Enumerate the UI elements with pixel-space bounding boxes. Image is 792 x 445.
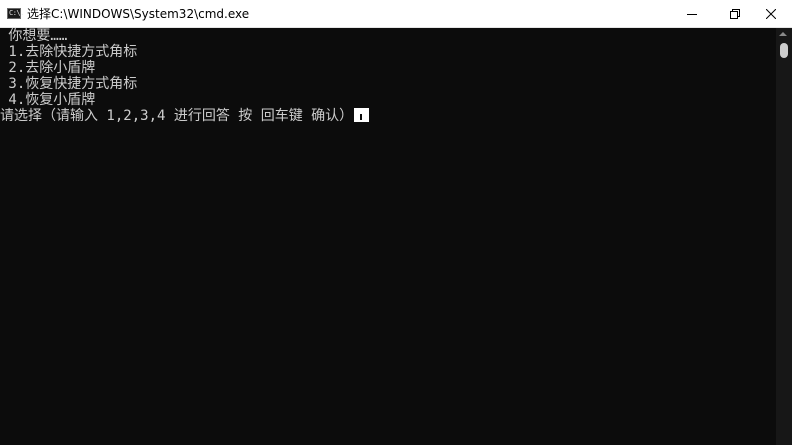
window-title: 选择C:\WINDOWS\System32\cmd.exe	[27, 7, 250, 21]
minimize-icon	[687, 14, 697, 15]
cmd-icon[interactable]: C:\.	[7, 8, 24, 19]
console-line: 你想要……	[0, 28, 68, 44]
title-bar[interactable]: C:\. 选择C:\WINDOWS\System32\cmd.exe	[0, 0, 792, 28]
cmd-icon-glyph: C:\.	[9, 9, 24, 17]
cmd-window: C:\. 选择C:\WINDOWS\System32\cmd.exe 你想要………	[0, 0, 792, 445]
console-line: 2.去除小盾牌	[0, 60, 96, 76]
close-icon	[766, 9, 776, 19]
console-line: 1.去除快捷方式角标	[0, 44, 138, 60]
console-line: 3.恢复快捷方式角标	[0, 76, 138, 92]
minimize-button[interactable]	[669, 0, 715, 28]
scroll-thumb[interactable]	[780, 43, 788, 58]
text-cursor	[354, 108, 370, 122]
prompt-line[interactable]: 请选择（请输入 1,2,3,4 进行回答 按 回车键 确认）	[0, 108, 370, 124]
restore-icon	[730, 9, 740, 19]
close-button[interactable]	[748, 0, 792, 28]
prompt-text: 请选择（请输入 1,2,3,4 进行回答 按 回车键 确认）	[0, 108, 354, 124]
vertical-scrollbar[interactable]	[776, 28, 792, 445]
scroll-up-arrow-icon[interactable]	[779, 32, 787, 36]
console-output[interactable]: 你想要…… 1.去除快捷方式角标 2.去除小盾牌 3.恢复快捷方式角标 4.恢复…	[0, 28, 776, 445]
console-line: 4.恢复小盾牌	[0, 92, 96, 108]
